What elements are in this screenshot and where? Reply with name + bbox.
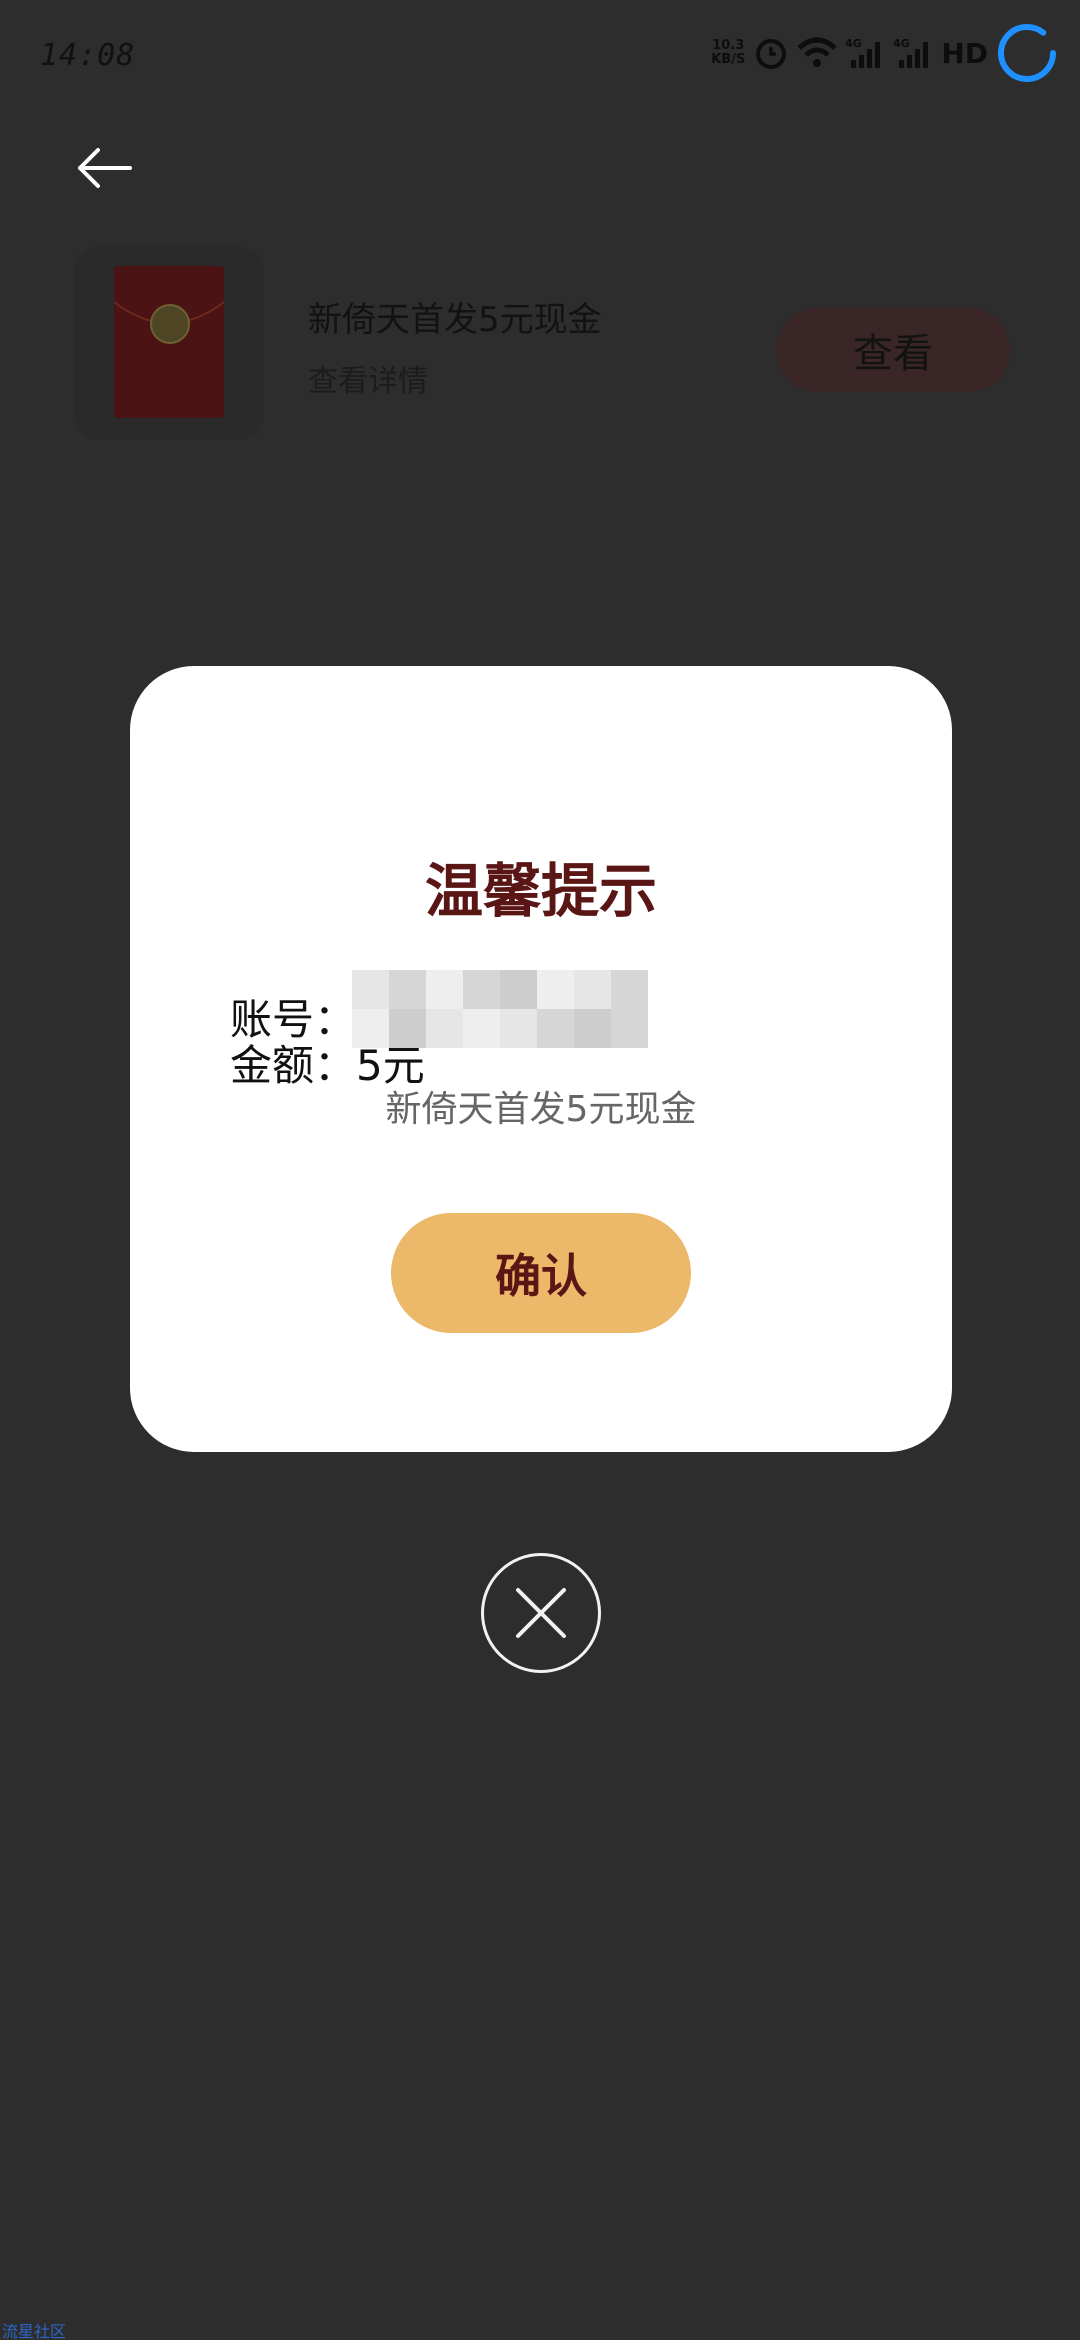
close-icon [516,1588,566,1638]
hd-label: HD [941,36,988,70]
signal-4g-icon: 4G [893,37,929,68]
envelope-seal [150,304,190,344]
view-button[interactable]: 查看 [776,308,1010,392]
red-envelope-icon [114,266,224,418]
close-button[interactable] [481,1553,601,1673]
status-icons: 10.3 KB/S 4G 4G HD [711,22,1058,84]
svg-text:4G: 4G [845,37,862,50]
sync-icon [998,24,1056,82]
reward-details-link[interactable]: 查看详情 [308,356,428,400]
arrow-left-icon [78,148,132,188]
network-speed: 10.3 KB/S [711,38,746,67]
back-button[interactable] [72,138,136,198]
svg-text:4G: 4G [893,37,910,50]
notice-dialog: 温馨提示 账号：1 金额：5元 新倚天首发5元现金 确认 [130,666,952,1452]
signal-4g-icon: 4G [845,37,881,68]
status-bar: 14:08 10.3 KB/S 4G 4G HD [0,0,1080,116]
wifi-icon [797,37,837,67]
dialog-title: 温馨提示 [424,857,657,925]
red-envelope-thumbnail [74,246,264,440]
dialog-description: 新倚天首发5元现金 [385,1089,697,1130]
status-time: 14:08 [40,38,136,73]
watermark: 流星社区 [2,2322,67,2340]
confirm-button[interactable]: 确认 [391,1213,691,1333]
reward-title: 新倚天首发5元现金 [308,300,602,340]
alarm-icon [756,39,787,69]
